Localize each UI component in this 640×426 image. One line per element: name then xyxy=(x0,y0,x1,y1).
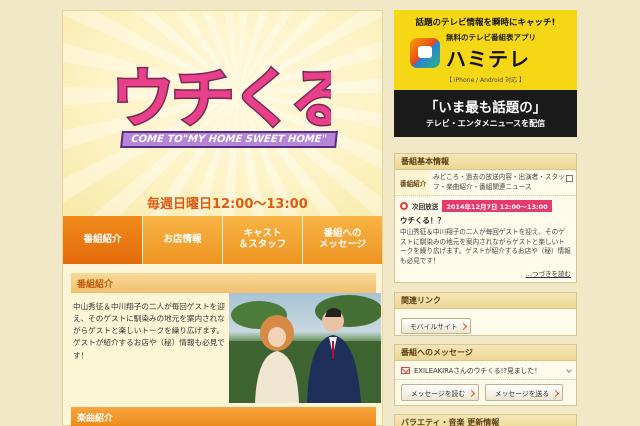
external-link-icon xyxy=(566,175,573,182)
tab-program-intro[interactable]: 番組紹介 xyxy=(63,216,143,264)
show-tagline: COME TO"MY HOME SWEET HOME" xyxy=(120,131,338,148)
next-date-badge: 2014年12月7日 12:00～13:00 xyxy=(442,200,552,213)
ad-app-name: ハミテレ xyxy=(446,47,530,71)
ad-sub: 無料のテレビ番組表アプリ xyxy=(446,33,536,42)
tab-message[interactable]: 番組への メッセージ xyxy=(303,216,382,264)
mobile-site-button[interactable]: モバイルサイト xyxy=(401,318,471,334)
box-title: 関連リンク xyxy=(395,293,576,309)
hero-banner: ウチくる!? COME TO"MY HOME SWEET HOME" 毎週日曜日… xyxy=(63,11,382,216)
latest-message[interactable]: EXILEAKIRAさんのウチくる!?見ました！ xyxy=(395,361,576,380)
tab-label: 番組紹介 xyxy=(83,233,122,245)
app-icon xyxy=(410,38,440,68)
basic-info-box: 番組基本情報 番組紹介 みどころ・過去の放送内容・出演者・スタッフ・楽曲紹介・番… xyxy=(394,153,577,283)
next-title: ウチくる！？ xyxy=(400,216,445,226)
box-title: 番組基本情報 xyxy=(395,154,576,170)
row-value: みどころ・過去の放送内容・出演者・スタッフ・楽曲紹介・番組関連ニュース xyxy=(429,170,576,195)
ad-platform: 【 iPhone / Android 対応 】 xyxy=(445,77,525,84)
messages-box: 番組へのメッセージ EXILEAKIRAさんのウチくる!?見ました！ メッセージ… xyxy=(394,344,577,406)
ad-top: 話題のテレビ情報を瞬時にキャッチ! 無料のテレビ番組表アプリ ハミテレ 【 iP… xyxy=(394,10,577,90)
row-label: 番組紹介 xyxy=(395,170,429,196)
tab-label: 番組への メッセージ xyxy=(318,228,367,250)
main-column: ウチくる!? COME TO"MY HOME SWEET HOME" 毎週日曜日… xyxy=(62,10,383,426)
info-row[interactable]: 番組紹介 みどころ・過去の放送内容・出演者・スタッフ・楽曲紹介・番組関連ニュース xyxy=(395,170,576,197)
broadcast-icon xyxy=(400,202,408,211)
tab-label: キャスト ＆スタッフ xyxy=(238,228,287,250)
next-head: 次回放送 2014年12月7日 12:00～13:00 xyxy=(400,200,571,213)
box-title: バラエティ・音楽 更新情報 xyxy=(395,415,576,426)
links-body: モバイルサイト xyxy=(395,309,576,339)
next-desc: 中山秀征＆中川翔子の二人が毎回ゲストを迎え、そのゲストに馴染みの地元を案内されな… xyxy=(400,228,571,265)
related-links-box: 関連リンク モバイルサイト xyxy=(394,292,577,336)
latest-message-text: EXILEAKIRAさんのウチくる!?見ました！ xyxy=(414,367,542,375)
read-more-link[interactable]: …つづきを読む xyxy=(400,268,572,278)
next-label: 次回放送 xyxy=(412,203,439,212)
mail-icon xyxy=(401,366,410,374)
chevron-down-icon xyxy=(566,367,572,373)
airtime: 毎週日曜日12:00～13:00 xyxy=(147,197,308,212)
show-logo: ウチくる!? xyxy=(111,62,331,136)
genre-updates-box: バラエティ・音楽 更新情報 xyxy=(394,414,577,426)
read-message-button[interactable]: メッセージを読む xyxy=(401,384,479,401)
ad-caption: テレビ・エンタメニュースを配信 xyxy=(425,119,546,128)
ad-headline: 「いま最も話題の」 xyxy=(424,100,547,116)
hosts-photo xyxy=(229,293,381,403)
row-value-text: みどころ・過去の放送内容・出演者・スタッフ・楽曲紹介・番組関連ニュース xyxy=(433,173,565,191)
program-intro-text: 中山秀征＆中川翔子の二人が毎回ゲストを迎え、そのゲストに馴染みの地元を案内されな… xyxy=(73,302,225,360)
hamitele-ad[interactable]: 話題のテレビ情報を瞬時にキャッチ! 無料のテレビ番組表アプリ ハミテレ 【 iP… xyxy=(394,10,577,137)
ad-line1: 話題のテレビ情報を瞬時にキャッチ! xyxy=(415,18,556,28)
show-logo-text: ウチくる!? xyxy=(111,63,331,135)
message-buttons: メッセージを読む メッセージを送る xyxy=(395,380,576,405)
tab-shop-info[interactable]: お店情報 xyxy=(143,216,223,264)
tab-label: お店情報 xyxy=(163,233,202,245)
next-broadcast: 次回放送 2014年12月7日 12:00～13:00 ウチくる！？ 中山秀征＆… xyxy=(395,196,576,282)
section-title-music: 楽曲紹介 xyxy=(71,407,376,426)
box-title: 番組へのメッセージ xyxy=(395,345,576,361)
send-message-button[interactable]: メッセージを送る xyxy=(485,384,563,401)
program-nav: 番組紹介 お店情報 キャスト ＆スタッフ 番組への メッセージ xyxy=(63,216,382,264)
hosts-photo-illustration xyxy=(229,295,381,403)
section-title-intro: 番組紹介 xyxy=(71,273,376,293)
tab-cast-staff[interactable]: キャスト ＆スタッフ xyxy=(223,216,303,264)
